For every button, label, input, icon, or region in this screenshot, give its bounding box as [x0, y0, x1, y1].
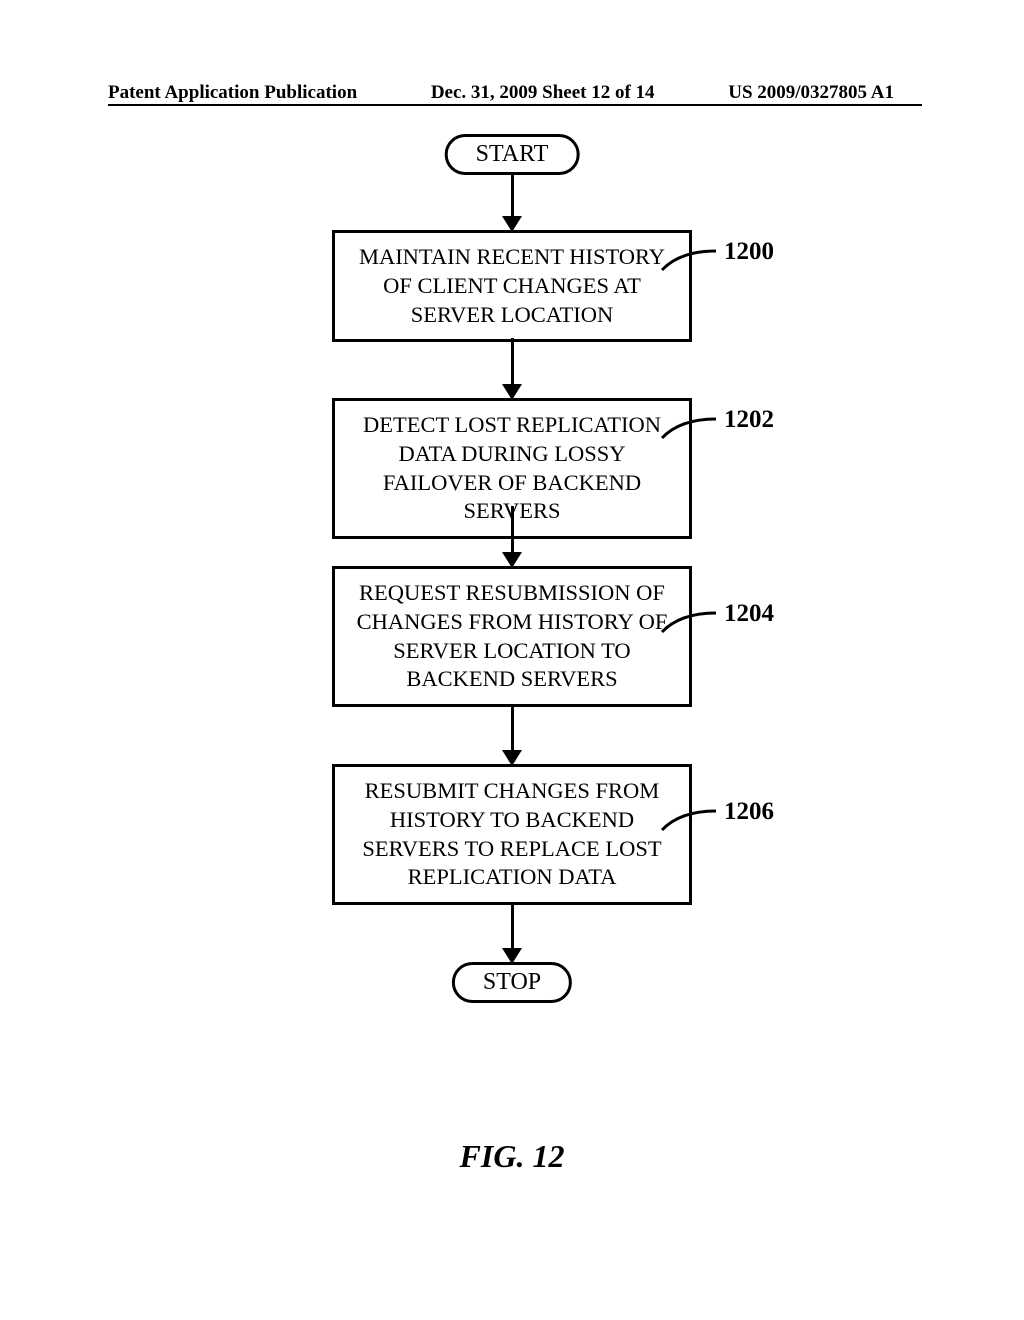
ref-label-1200: 1200	[724, 238, 774, 266]
step-request-resubmission: REQUEST RESUBMISSION OF CHANGES FROM HIS…	[332, 566, 692, 707]
arrow-step2-step3	[502, 506, 522, 568]
arrow-step1-step2	[502, 338, 522, 400]
stop-terminal: STOP	[452, 962, 572, 1003]
arrow-start-step1	[502, 174, 522, 232]
step-maintain-history: MAINTAIN RECENT HISTORY OF CLIENT CHANGE…	[332, 230, 692, 342]
start-terminal: START	[445, 134, 580, 175]
ref-label-1202: 1202	[724, 406, 774, 434]
ref-label-1206: 1206	[724, 798, 774, 826]
arrow-step4-stop	[502, 902, 522, 964]
arrow-step3-step4	[502, 704, 522, 766]
header-rule	[108, 104, 922, 106]
header-pubnumber: US 2009/0327805 A1	[728, 82, 894, 104]
ref-connector-1202	[660, 416, 720, 442]
ref-connector-1206	[660, 808, 720, 834]
figure-caption: FIG. 12	[460, 1138, 565, 1175]
ref-label-1204: 1204	[724, 600, 774, 628]
ref-connector-1200	[660, 248, 720, 274]
header-date-sheet: Dec. 31, 2009 Sheet 12 of 14	[431, 82, 655, 104]
header-publication: Patent Application Publication	[108, 82, 357, 104]
step-resubmit-changes: RESUBMIT CHANGES FROM HISTORY TO BACKEND…	[332, 764, 692, 905]
page-header: Patent Application Publication Dec. 31, …	[0, 82, 1024, 104]
ref-connector-1204	[660, 610, 720, 636]
